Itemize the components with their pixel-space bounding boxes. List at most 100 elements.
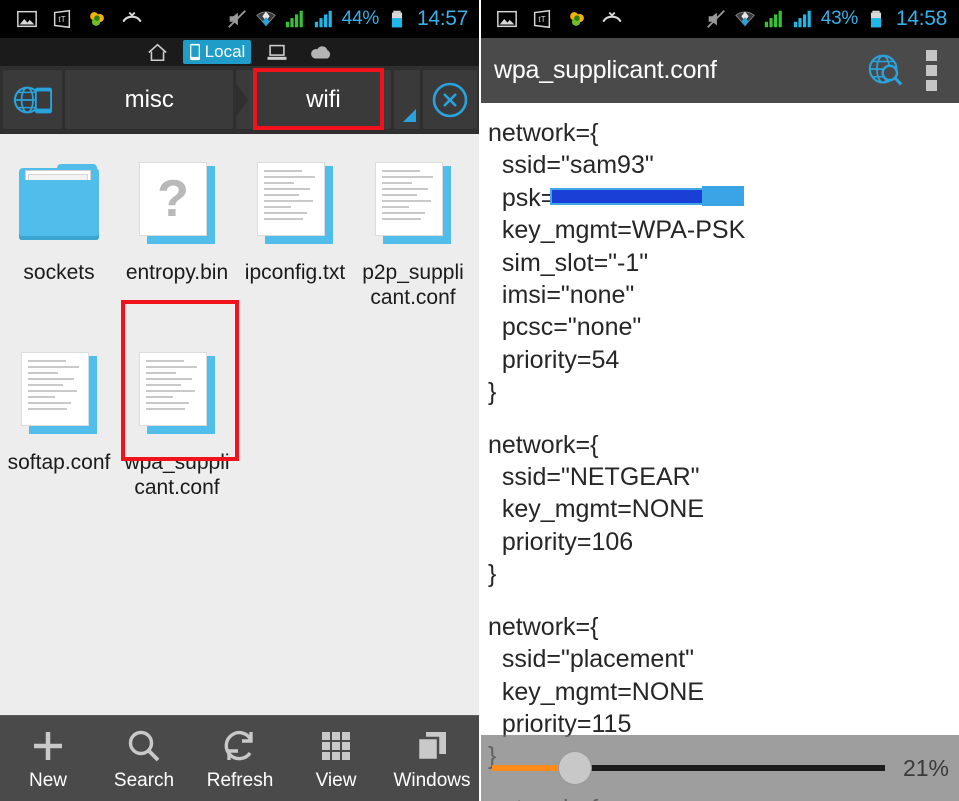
- breadcrumb-separator: [235, 70, 254, 129]
- flower-gear-icon: [570, 12, 584, 26]
- toolbar-refresh-button[interactable]: Refresh: [192, 716, 288, 801]
- text-viewer-pane: tT 43% 14:58 wpa_supplicant.conf network…: [480, 0, 959, 801]
- close-tab-button[interactable]: [423, 70, 477, 129]
- code-line: key_mgmt=NONE: [488, 677, 705, 706]
- code-line: key_mgmt=NONE: [488, 495, 705, 524]
- code-line: ssid="sam93": [488, 151, 654, 180]
- battery-icon: [870, 10, 881, 28]
- file-label: p2p_supplicant.conf: [362, 261, 464, 309]
- toolbar-view-button[interactable]: View: [288, 716, 384, 801]
- code-line: }: [488, 378, 497, 407]
- viewer-header: wpa_supplicant.conf: [480, 38, 959, 103]
- text-app-icon: tT: [533, 9, 551, 29]
- missed-call-icon: [122, 11, 142, 22]
- screen: tT 44% 14:57 Local misc wifi sockets ? e…: [0, 0, 959, 801]
- seek-slider[interactable]: 21%: [490, 752, 949, 784]
- folder-icon: [11, 154, 107, 254]
- file-item-entropy-bin[interactable]: ? entropy.bin: [118, 148, 236, 310]
- file-item-ipconfig-txt[interactable]: ipconfig.txt: [236, 148, 354, 310]
- grid-icon: [322, 731, 350, 760]
- scroll-seek-overlay: 21%: [480, 735, 959, 801]
- psk-line: psk="passwords123": [488, 182, 744, 214]
- breadcrumb-segment-wifi[interactable]: wifi: [256, 70, 391, 129]
- code-line: ssid="NETGEAR": [488, 463, 700, 492]
- file-item-p2p-supplicant-conf[interactable]: p2p_supplicant.conf: [354, 148, 472, 310]
- page-title: wpa_supplicant.conf: [494, 56, 717, 84]
- battery-percent-right: 43%: [820, 8, 858, 29]
- tab-network[interactable]: [260, 41, 294, 64]
- device-root-button[interactable]: [3, 70, 63, 129]
- wifi-direct-icon: [255, 11, 276, 27]
- file-content[interactable]: network={ ssid="sam93" psk="passwords123…: [480, 103, 959, 801]
- file-grid: sockets ? entropy.bin ipconfig.txt p2p_s…: [0, 134, 480, 715]
- toolbar-new-button[interactable]: New: [0, 716, 96, 801]
- breadcrumb-wifi-label: wifi: [306, 85, 341, 113]
- flower-gear-icon: [90, 12, 104, 26]
- globe-device-icon: [13, 86, 52, 113]
- missed-call-icon: [602, 11, 622, 22]
- overflow-menu-icon[interactable]: [917, 50, 945, 92]
- tab-cloud[interactable]: [303, 43, 339, 62]
- location-tabs: Local: [0, 38, 480, 66]
- seek-thumb[interactable]: [558, 752, 591, 784]
- signal-icon-2: [793, 10, 811, 28]
- svg-text:tT: tT: [58, 15, 65, 24]
- file-label: entropy.bin: [125, 261, 229, 284]
- code-line: imsi="none": [488, 281, 635, 310]
- code-line: network={: [488, 430, 599, 459]
- close-icon: [432, 82, 468, 117]
- breadcrumb-segment-misc[interactable]: misc: [65, 70, 234, 129]
- globe-search-icon[interactable]: [865, 50, 907, 92]
- bottom-toolbar: New Search Refresh View Windows: [0, 715, 480, 801]
- file-label: softap.conf: [7, 451, 111, 474]
- seek-percent-label: 21%: [902, 754, 949, 781]
- toolbar-search-button[interactable]: Search: [96, 716, 192, 801]
- toolbar-label: Refresh: [206, 769, 274, 791]
- toolbar-label: Windows: [393, 769, 471, 791]
- clock-right: 14:58: [895, 7, 947, 30]
- phone-icon: [189, 43, 200, 61]
- plus-icon: [34, 731, 62, 760]
- toolbar-windows-button[interactable]: Windows: [384, 716, 480, 801]
- file-label: sockets: [23, 261, 95, 284]
- seek-track[interactable]: [492, 752, 885, 784]
- psk-redaction-bar: [550, 187, 710, 205]
- network-block-1: network={ ssid="sam93" psk="passwords123…: [488, 117, 951, 409]
- file-item-sockets[interactable]: sockets: [0, 148, 118, 310]
- file-item-softap-conf[interactable]: softap.conf: [0, 338, 118, 500]
- code-line: network={: [488, 612, 599, 641]
- file-label: wpa_supplicant.conf: [124, 451, 230, 499]
- tab-local[interactable]: Local: [182, 40, 252, 64]
- image-icon: [17, 10, 37, 28]
- mute-icon: [227, 10, 246, 28]
- signal-icon-1: [285, 10, 303, 28]
- document-icon: [11, 344, 107, 444]
- psk-redaction-bar-2: [702, 185, 744, 206]
- file-row-2: softap.conf wpa_supplicant.conf: [0, 338, 480, 500]
- tab-local-label: Local: [204, 42, 246, 61]
- code-line: key_mgmt=WPA-PSK: [488, 216, 746, 245]
- computer-icon: [267, 44, 287, 60]
- status-bar-left-icons: tT: [6, 8, 143, 30]
- file-row-1: sockets ? entropy.bin ipconfig.txt p2p_s…: [0, 148, 480, 310]
- svg-text:tT: tT: [538, 15, 545, 24]
- battery-icon: [391, 10, 402, 28]
- code-line: pcsc="none": [488, 313, 642, 342]
- breadcrumb-dropdown-icon[interactable]: [393, 70, 421, 129]
- document-icon: [365, 154, 461, 254]
- status-bar-right-right-icons: 43% 14:58: [705, 7, 953, 31]
- pane-divider: [479, 0, 481, 801]
- tab-home[interactable]: [141, 41, 174, 64]
- code-line: priority=106: [488, 527, 634, 556]
- mute-icon: [706, 10, 725, 28]
- status-bar-right-icons: 44% 14:57: [226, 7, 474, 31]
- code-line: network={: [488, 119, 599, 147]
- battery-percent-left: 44%: [341, 8, 379, 29]
- breadcrumb-misc-label: misc: [124, 85, 174, 113]
- code-line: }: [488, 560, 497, 589]
- code-line: ssid="placement": [488, 645, 695, 674]
- code-line: sim_slot="-1": [488, 248, 649, 277]
- file-manager-pane: tT 44% 14:57 Local misc wifi sockets ? e…: [0, 0, 480, 801]
- file-item-wpa-supplicant-conf[interactable]: wpa_supplicant.conf: [118, 338, 236, 500]
- windows-icon: [416, 731, 446, 761]
